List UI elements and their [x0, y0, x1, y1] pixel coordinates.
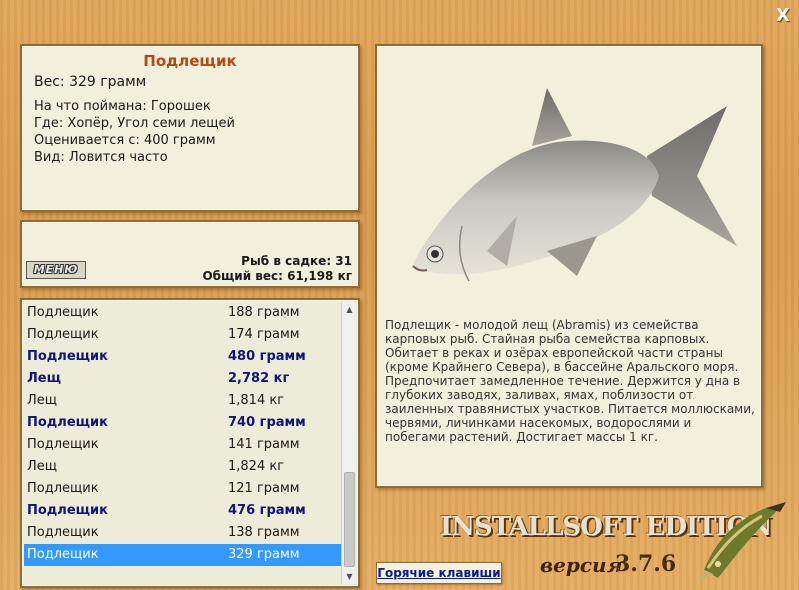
- catch-list-row[interactable]: Подлещик 740 грамм: [24, 412, 342, 434]
- catch-fish-weight: 174 грамм: [228, 327, 300, 342]
- catch-list-row[interactable]: Подлещик 138 грамм: [24, 522, 342, 544]
- scrollbar[interactable]: ▲ ▼: [341, 302, 356, 584]
- catch-fish-name: Подлещик: [27, 503, 108, 518]
- catch-list-panel: Подлещик 188 грамм Подлещик 174 грамм Подлещ…: [20, 298, 360, 588]
- version-number: 3.7.6: [615, 551, 677, 577]
- catch-fish-weight: 138 грамм: [228, 525, 300, 540]
- catch-list-row[interactable]: Подлещик 188 грамм: [24, 302, 342, 324]
- scroll-down-icon[interactable]: ▼: [342, 569, 357, 584]
- catch-fish-name: Подлещик: [27, 525, 99, 540]
- catch-fish-weight: 1,824 кг: [228, 459, 285, 474]
- catch-fish-weight: 480 грамм: [228, 349, 306, 364]
- catch-fish-weight: 476 грамм: [228, 503, 306, 518]
- catch-fish-name: Лещ: [27, 371, 61, 386]
- catch-fish-name: Подлещик: [27, 327, 99, 342]
- total-weight: Общий вес: 61,198 кг: [202, 269, 352, 283]
- catch-list-row[interactable]: Лещ 1,814 кг: [24, 390, 342, 412]
- catch-fish-weight: 1,814 кг: [228, 393, 285, 408]
- frequency-line: Вид: Ловится часто: [34, 150, 168, 165]
- fish-info-panel: Подлещик Вес: 329 грамм На что поймана: …: [20, 44, 360, 212]
- catch-list-row[interactable]: Лещ 1,824 кг: [24, 456, 342, 478]
- catch-summary: Рыб в садке: 31 Общий вес: 61,198 кг: [202, 254, 352, 284]
- catch-fish-weight: 2,782 кг: [228, 371, 290, 386]
- scrollbar-thumb[interactable]: [344, 472, 355, 567]
- catch-fish-weight: 329 грамм: [228, 547, 300, 562]
- catch-fish-name: Лещ: [27, 393, 58, 408]
- catch-list-row[interactable]: Лещ 2,782 кг: [24, 368, 342, 390]
- hotkeys-button[interactable]: Горячие клавиши: [376, 562, 502, 584]
- pike-logo: [698, 502, 786, 580]
- catch-list-row[interactable]: Подлещик 476 грамм: [24, 500, 342, 522]
- catch-fish-name: Подлещик: [27, 481, 99, 496]
- catch-fish-name: Подлещик: [27, 349, 108, 364]
- catch-fish-name: Подлещик: [27, 305, 99, 320]
- value-line: Оценивается с: 400 грамм: [34, 133, 216, 148]
- catch-list-row[interactable]: Подлещик 480 грамм: [24, 346, 342, 368]
- fish-picture-panel: Подлещик - молодой лещ (Abramis) из семе…: [375, 44, 763, 488]
- catch-list-row[interactable]: Подлещик 121 грамм: [24, 478, 342, 500]
- catch-fish-name: Лещ: [27, 459, 58, 474]
- catch-list-row[interactable]: Подлещик 329 грамм: [24, 544, 342, 566]
- catch-fish-name: Подлещик: [27, 547, 99, 562]
- fish-picture: [412, 88, 737, 282]
- catch-fish-name: Подлещик: [27, 437, 99, 452]
- catch-list[interactable]: Подлещик 188 грамм Подлещик 174 грамм Подлещ…: [24, 302, 342, 566]
- catch-fish-weight: 121 грамм: [228, 481, 300, 496]
- location-line: Где: Хопёр, Угол семи лещей: [34, 116, 235, 131]
- fish-weight: Вес: 329 грамм: [34, 74, 147, 90]
- bait-line: На что поймана: Горошек: [34, 99, 211, 114]
- fish-count: Рыб в садке: 31: [241, 254, 352, 268]
- version-label: версия: [540, 553, 623, 577]
- fish-description: Подлещик - молодой лещ (Abramis) из семе…: [385, 318, 755, 444]
- close-button[interactable]: X: [773, 6, 793, 26]
- menu-button[interactable]: МЕНЮ: [26, 261, 86, 279]
- catch-fish-name: Подлещик: [27, 415, 108, 430]
- catch-fish-weight: 740 грамм: [228, 415, 306, 430]
- fish-details: На что поймана: Горошек Где: Хопёр, Угол…: [34, 98, 235, 166]
- catch-list-row[interactable]: Подлещик 141 грамм: [24, 434, 342, 456]
- catch-list-row[interactable]: Подлещик 174 грамм: [24, 324, 342, 346]
- fish-name: Подлещик: [143, 52, 237, 70]
- catch-fish-weight: 188 грамм: [228, 305, 300, 320]
- catch-summary-panel: МЕНЮ Рыб в садке: 31 Общий вес: 61,198 к…: [20, 220, 360, 288]
- catch-fish-weight: 141 грамм: [228, 437, 300, 452]
- scroll-up-icon[interactable]: ▲: [342, 302, 357, 317]
